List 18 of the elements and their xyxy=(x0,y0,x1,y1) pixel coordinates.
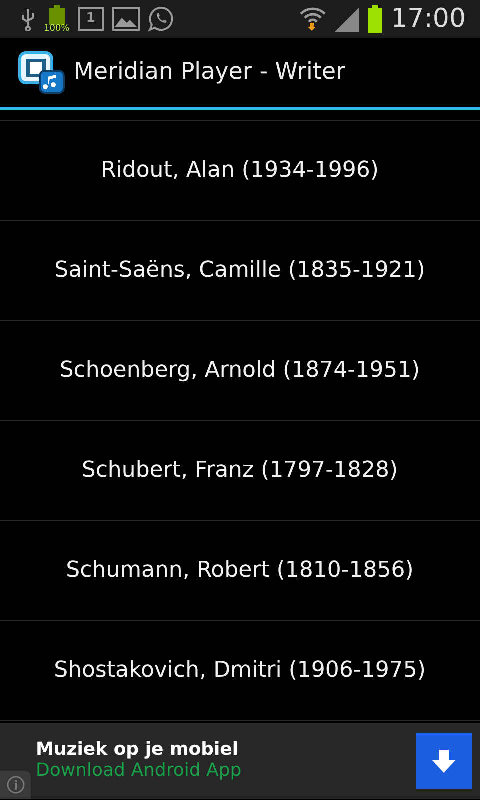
download-arrow-icon xyxy=(431,748,457,774)
info-icon xyxy=(6,776,24,794)
download-button[interactable] xyxy=(416,733,472,789)
app-logo-icon xyxy=(18,50,66,94)
clock: 17:00 xyxy=(391,6,466,32)
ad-info-button[interactable] xyxy=(0,771,31,799)
signal-icon xyxy=(335,6,360,32)
picture-icon xyxy=(112,7,140,31)
chat-bubble-icon xyxy=(148,6,174,32)
battery-icon xyxy=(367,5,384,33)
ad-subtitle: Download Android App xyxy=(36,761,243,782)
wifi-icon xyxy=(299,6,328,32)
battery-icon xyxy=(48,4,66,24)
calendar-icon: 1 xyxy=(78,7,104,31)
usb-icon xyxy=(20,7,36,31)
app-title: Meridian Player - Writer xyxy=(74,58,346,88)
ad-title: Muziek op je mobiel xyxy=(36,740,240,761)
battery-percent: 100% xyxy=(44,24,70,34)
